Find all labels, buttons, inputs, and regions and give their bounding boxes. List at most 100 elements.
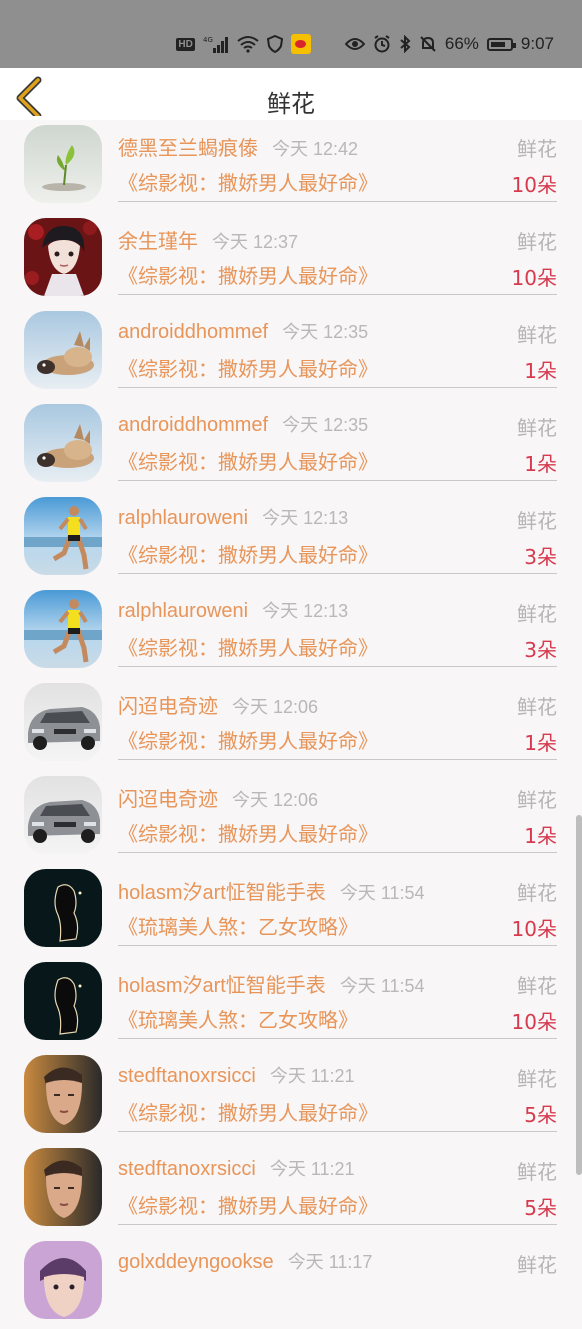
divider (118, 1224, 557, 1225)
list-item[interactable]: stedftanoxrsicci 今天 11:21 鲜花《综影视：撒娇男人最好命》 5… (0, 1050, 582, 1143)
user-name-text: ralphlauroweni (118, 600, 249, 622)
user-name[interactable]: 闪迢电奇迹 今天 12:06 (118, 783, 318, 812)
timestamp: 今天 11:17 (287, 1252, 373, 1272)
divider (118, 852, 557, 853)
avatar[interactable] (24, 1241, 102, 1319)
avatar[interactable] (24, 497, 102, 575)
user-name[interactable]: 闪迢电奇迹 今天 12:06 (118, 690, 318, 719)
flower-count: 10朵 (511, 1010, 557, 1034)
book-title-link[interactable]: 《综影视：撒娇男人最好命》 (118, 632, 378, 661)
user-name-text: 余生瑾年 (118, 231, 198, 253)
scrollbar[interactable] (576, 815, 582, 1175)
user-name[interactable]: androiddhommef 今天 12:35 (118, 318, 368, 344)
weibo-icon (290, 34, 311, 54)
list-item[interactable]: androiddhommef 今天 12:35 鲜花《综影视：撒娇男人最好命》 1朵 (0, 306, 582, 399)
user-name[interactable]: ralphlauroweni 今天 12:13 (118, 504, 348, 530)
user-name-text: androiddhommef (118, 414, 269, 436)
book-title-link[interactable]: 《综影视：撒娇男人最好命》 (118, 167, 378, 196)
user-name[interactable]: holasm汐art怔智能手表 今天 11:54 (118, 876, 425, 905)
book-title-link[interactable]: 《综影视：撒娇男人最好命》 (118, 446, 378, 475)
avatar[interactable] (24, 776, 102, 854)
user-name-text: 德黑至兰蝎痕傣 (118, 138, 258, 160)
gift-type: 鲜花 (517, 230, 557, 254)
user-name-text: holasm汐art怔智能手表 (118, 882, 326, 904)
book-title-link[interactable]: 《综影视：撒娇男人最好命》 (118, 539, 378, 568)
divider (118, 1131, 557, 1132)
user-name[interactable]: 德黑至兰蝎痕傣 今天 12:42 (118, 132, 358, 161)
list-item[interactable]: 闪迢电奇迹 今天 12:06 鲜花 《综影视：撒娇男人最好命》 1朵 (0, 678, 582, 771)
list-item[interactable]: androiddhommef 今天 12:35 鲜花 《综影视：撒娇男人最好命》 1朵 (0, 399, 582, 492)
flower-count: 3朵 (524, 638, 557, 662)
wifi-icon (237, 35, 259, 53)
gift-type: 鲜花 (517, 602, 557, 626)
divider (118, 201, 557, 202)
gift-type: 鲜花 (517, 323, 557, 347)
divider (118, 387, 557, 388)
book-title-link[interactable]: 《综影视：撒娇男人最好命》 (118, 353, 378, 382)
avatar[interactable] (24, 311, 102, 389)
flower-count: 5朵 (524, 1103, 557, 1127)
list-item[interactable]: 闪迢电奇迹 今天 12:06 鲜花 《综影视：撒娇男人最好命》 1朵 (0, 771, 582, 864)
divider (118, 480, 557, 481)
divider (118, 294, 557, 295)
gift-type: 鲜花 (517, 788, 557, 812)
svg-text:4G: 4G (203, 36, 213, 44)
divider (118, 1038, 557, 1039)
gift-type: 鲜花 (517, 1067, 557, 1091)
list-item[interactable]: ralphlauroweni 今天 12:13 鲜花《综影视：撒娇男人最好命》 3朵 (0, 585, 582, 678)
book-title-link[interactable]: 《综影视：撒娇男人最好命》 (118, 1097, 378, 1126)
user-name[interactable]: stedftanoxrsicci 今天 11:21 (118, 1155, 355, 1181)
timestamp: 今天 11:54 (339, 883, 425, 903)
list-item[interactable]: holasm汐art怔智能手表 今天 11:54 鲜花 《琉璃美人煞：乙女攻略》 10朵 (0, 864, 582, 957)
book-title-link[interactable]: 《琉璃美人煞：乙女攻略》 (118, 1004, 358, 1033)
battery-icon (486, 37, 516, 51)
book-title-link[interactable]: 《综影视：撒娇男人最好命》 (118, 1190, 378, 1219)
user-name[interactable]: holasm汐art怔智能手表 今天 11:54 (118, 969, 425, 998)
avatar[interactable] (24, 1148, 102, 1226)
list-item[interactable]: 余生瑾年 今天 12:37 鲜花《综影视：撒娇男人最好命》 10朵 (0, 213, 582, 306)
book-title-link[interactable]: 《综影视：撒娇男人最好命》 (118, 818, 378, 847)
timestamp: 今天 11:21 (269, 1159, 355, 1179)
user-name-text: stedftanoxrsicci (118, 1158, 256, 1180)
list-item[interactable]: ralphlauroweni 今天 12:13 鲜花 《综影视：撒娇男人最好命》 3朵 (0, 492, 582, 585)
gift-type: 鲜花 (517, 695, 557, 719)
timestamp: 今天 12:06 (232, 697, 319, 717)
book-title-link[interactable]: 《综影视：撒娇男人最好命》 (118, 725, 378, 754)
avatar[interactable] (24, 125, 102, 203)
divider (118, 573, 557, 574)
user-name[interactable]: androiddhommef 今天 12:35 (118, 411, 368, 437)
avatar[interactable] (24, 1055, 102, 1133)
user-name[interactable]: ralphlauroweni 今天 12:13 (118, 597, 348, 623)
list-item[interactable]: stedftanoxrsicci 今天 11:21 鲜花 《综影视：撒娇男人最好命》 5… (0, 1143, 582, 1236)
user-name-text: stedftanoxrsicci (118, 1065, 256, 1087)
page-title: 鲜花 (267, 90, 315, 118)
list-item[interactable]: golxddeyngookse 今天 11:17 鲜花 (0, 1236, 582, 1329)
user-name[interactable]: golxddeyngookse 今天 11:17 (118, 1248, 372, 1274)
user-name[interactable]: stedftanoxrsicci 今天 11:21 (118, 1062, 355, 1088)
avatar[interactable] (24, 590, 102, 668)
avatar[interactable] (24, 869, 102, 947)
list-item[interactable]: holasm汐art怔智能手表 今天 11:54 鲜花 《琉璃美人煞：乙女攻略》 10朵 (0, 957, 582, 1050)
book-title-link[interactable]: 《综影视：撒娇男人最好命》 (118, 260, 378, 289)
user-name[interactable]: 余生瑾年 今天 12:37 (118, 225, 298, 254)
clock: 9:07 (520, 34, 554, 53)
avatar[interactable] (24, 683, 102, 761)
flower-count: 1朵 (524, 359, 557, 383)
avatar[interactable] (24, 962, 102, 1040)
list-item[interactable]: 德黑至兰蝎痕傣 今天 12:42 鲜花 《综影视：撒娇男人最好命》 10朵 (0, 120, 582, 213)
bluetooth-icon (399, 35, 411, 53)
gift-type: 鲜花 (517, 881, 557, 905)
mute-bell-icon (419, 35, 437, 53)
flower-count: 10朵 (511, 173, 557, 197)
flower-count: 1朵 (524, 452, 557, 476)
avatar[interactable] (24, 218, 102, 296)
book-title-link[interactable]: 《琉璃美人煞：乙女攻略》 (118, 911, 358, 940)
timestamp: 今天 11:54 (339, 976, 425, 996)
status-icons: HD 4G 66% 9:07 (176, 30, 554, 58)
divider (118, 945, 557, 946)
flower-count: 10朵 (511, 266, 557, 290)
user-name-text: ralphlauroweni (118, 507, 249, 529)
divider (118, 666, 557, 667)
timestamp: 今天 12:35 (282, 415, 369, 435)
avatar[interactable] (24, 404, 102, 482)
